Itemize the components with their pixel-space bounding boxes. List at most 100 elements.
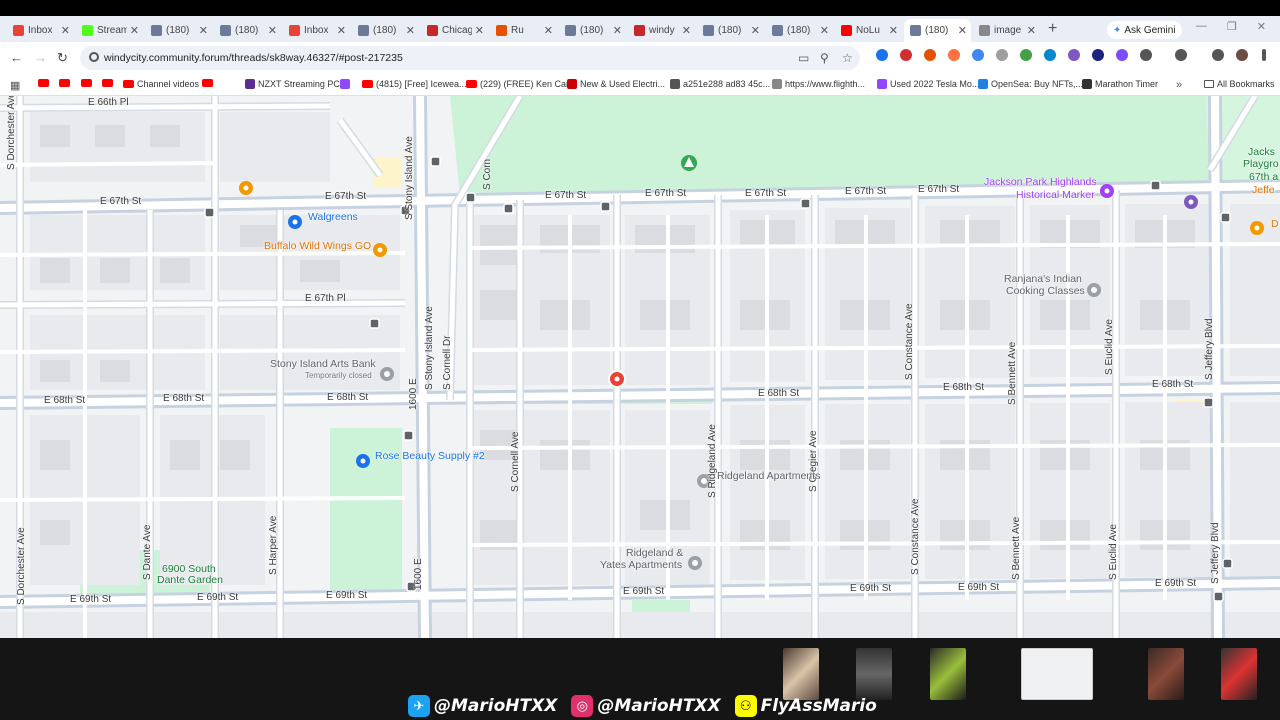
bookmark-11[interactable]: a251e288 ad83 45c... bbox=[670, 79, 770, 89]
tab-11[interactable]: (180) ✕ bbox=[766, 19, 833, 42]
ext-s-icon[interactable] bbox=[1044, 49, 1056, 61]
bookmark-3[interactable] bbox=[102, 79, 113, 87]
install-icon[interactable]: ▭ bbox=[798, 51, 809, 65]
tab-7[interactable]: Ru ✕ bbox=[490, 19, 557, 42]
poi-label[interactable]: Stony Island Arts Bank bbox=[270, 358, 376, 370]
globe-icon bbox=[670, 79, 680, 89]
bookmark-13[interactable]: Used 2022 Tesla Mo... bbox=[877, 79, 979, 89]
tab-0[interactable]: Inbox ✕ bbox=[7, 19, 74, 42]
map-canvas[interactable]: E 66th Pl E 67th St E 67th St E 67th St E 67… bbox=[0, 96, 1280, 638]
extensions-puzzle-icon[interactable] bbox=[1140, 49, 1152, 61]
bookmark-2[interactable] bbox=[81, 79, 92, 87]
poi-label[interactable]: Playgro bbox=[1243, 158, 1279, 170]
poi-label[interactable]: Walgreens bbox=[308, 211, 358, 223]
tab-12[interactable]: NoLu ✕ bbox=[835, 19, 902, 42]
ext-chrome-icon[interactable] bbox=[972, 49, 984, 61]
poi-label[interactable]: Rose Beauty Supply #2 bbox=[375, 450, 485, 462]
bookmark-5[interactable] bbox=[202, 79, 213, 87]
bookmark-9[interactable]: (229) (FREE) Ken Car... bbox=[466, 79, 576, 89]
ask-gemini-button[interactable]: ✦ Ask Gemini bbox=[1107, 21, 1182, 39]
tab-close-icon[interactable]: ✕ bbox=[682, 24, 691, 37]
reload-icon[interactable]: ↻ bbox=[57, 50, 68, 66]
poi-label[interactable]: Historical Marker bbox=[1016, 189, 1095, 201]
poi-label[interactable]: Ranjana's Indian bbox=[1004, 273, 1082, 285]
poi-label[interactable]: Jacks bbox=[1248, 146, 1275, 158]
tab-close-icon[interactable]: ✕ bbox=[130, 24, 139, 37]
ext-fox-icon[interactable] bbox=[924, 49, 936, 61]
sidebar-icon[interactable] bbox=[1175, 49, 1187, 61]
bookmark-0[interactable] bbox=[38, 79, 49, 87]
tab-14[interactable]: image ✕ bbox=[973, 19, 1040, 42]
tab-close-icon[interactable]: ✕ bbox=[613, 24, 622, 37]
all-bookmarks[interactable]: All Bookmarks bbox=[1204, 79, 1275, 89]
tab-close-icon[interactable]: ✕ bbox=[820, 24, 829, 37]
tab-close-icon[interactable]: ✕ bbox=[337, 24, 346, 37]
tab-4[interactable]: Inbox ✕ bbox=[283, 19, 350, 42]
bookmark-10[interactable]: New & Used Electri... bbox=[567, 79, 665, 89]
tab-close-icon[interactable]: ✕ bbox=[544, 24, 553, 37]
poi-label[interactable]: Ridgeland Apartments bbox=[717, 470, 820, 482]
tab-close-icon[interactable]: ✕ bbox=[61, 24, 70, 37]
apps-icon[interactable]: ▦ bbox=[10, 79, 20, 92]
tab-13[interactable]: (180) ✕ bbox=[904, 19, 971, 42]
tab-8[interactable]: (180) ✕ bbox=[559, 19, 626, 42]
tab-1[interactable]: Stream ✕ bbox=[76, 19, 143, 42]
bookmark-7[interactable] bbox=[340, 79, 350, 89]
bookmark-14[interactable]: OpenSea: Buy NFTs,... bbox=[978, 79, 1083, 89]
ext-brave-icon[interactable] bbox=[948, 49, 960, 61]
tab-close-icon[interactable]: ✕ bbox=[751, 24, 760, 37]
tab-close-icon[interactable]: ✕ bbox=[199, 24, 208, 37]
youtube-icon bbox=[362, 80, 373, 88]
address-bar[interactable]: windycity.community.forum/threads/sk8way… bbox=[80, 46, 860, 70]
profile-avatar[interactable] bbox=[1236, 49, 1248, 61]
bookmark-6[interactable]: NZXT Streaming PC bbox=[245, 79, 340, 89]
poi-label[interactable]: Jeffe bbox=[1252, 184, 1275, 196]
poi-label[interactable]: Dante Garden bbox=[157, 574, 223, 586]
street-label: S Cornell Ave bbox=[510, 431, 521, 492]
new-tab-icon[interactable]: + bbox=[1048, 20, 1057, 38]
ext-shield-icon[interactable] bbox=[876, 49, 888, 61]
maximize-icon[interactable]: ❐ bbox=[1227, 20, 1237, 33]
bookmarks-overflow-icon[interactable]: » bbox=[1176, 79, 1182, 91]
ext-twitch-icon[interactable] bbox=[1116, 49, 1128, 61]
poi-label[interactable]: Cooking Classes bbox=[1006, 285, 1085, 297]
tab-2[interactable]: (180) ✕ bbox=[145, 19, 212, 42]
ext-leaf-icon[interactable] bbox=[1020, 49, 1032, 61]
bookmark-label: Channel videos bbox=[137, 79, 200, 89]
bookmark-1[interactable] bbox=[59, 79, 70, 87]
ext-arc-icon[interactable] bbox=[1068, 49, 1080, 61]
menu-dots-icon[interactable] bbox=[1262, 49, 1266, 61]
bookmark-12[interactable]: https://www.flighth... bbox=[772, 79, 865, 89]
site-info-icon[interactable] bbox=[89, 52, 99, 62]
tab-close-icon[interactable]: ✕ bbox=[406, 24, 415, 37]
tab-close-icon[interactable]: ✕ bbox=[268, 24, 277, 37]
tab-3[interactable]: (180) ✕ bbox=[214, 19, 281, 42]
bookmark-8[interactable]: (4815) [Free] Icewea... bbox=[362, 79, 467, 89]
zoom-icon[interactable]: ⚲ bbox=[820, 51, 829, 65]
tab-5[interactable]: (180) ✕ bbox=[352, 19, 419, 42]
poi-label[interactable]: D bbox=[1271, 218, 1279, 230]
minimize-icon[interactable]: — bbox=[1196, 20, 1207, 33]
ext-dark-icon[interactable] bbox=[1092, 49, 1104, 61]
bookmark-4[interactable]: Channel videos bbox=[123, 79, 199, 89]
bookmark-15[interactable]: Marathon Timer bbox=[1082, 79, 1158, 89]
poi-label[interactable]: Yates Apartments bbox=[600, 559, 682, 571]
forward-icon[interactable]: → bbox=[34, 50, 47, 65]
media-icon[interactable] bbox=[1212, 49, 1224, 61]
poi-label[interactable]: Jackson Park Highlands bbox=[984, 176, 1097, 188]
poi-label[interactable]: 67th a bbox=[1249, 171, 1278, 183]
tab-10[interactable]: (180) ✕ bbox=[697, 19, 764, 42]
tab-close-icon[interactable]: ✕ bbox=[958, 24, 967, 37]
back-icon[interactable]: ← bbox=[10, 50, 23, 65]
ext-vpn-icon[interactable] bbox=[996, 49, 1008, 61]
tab-close-icon[interactable]: ✕ bbox=[1027, 24, 1036, 37]
tab-close-icon[interactable]: ✕ bbox=[889, 24, 898, 37]
tab-close-icon[interactable]: ✕ bbox=[475, 24, 484, 37]
tab-9[interactable]: windy ✕ bbox=[628, 19, 695, 42]
close-window-icon[interactable]: ✕ bbox=[1257, 20, 1266, 33]
ext-record-icon[interactable] bbox=[900, 49, 912, 61]
poi-label[interactable]: Ridgeland & bbox=[626, 547, 683, 559]
bookmark-star-icon[interactable]: ☆ bbox=[842, 51, 853, 65]
tab-6[interactable]: Chicag ✕ bbox=[421, 19, 488, 42]
poi-label[interactable]: Buffalo Wild Wings GO bbox=[264, 240, 371, 252]
